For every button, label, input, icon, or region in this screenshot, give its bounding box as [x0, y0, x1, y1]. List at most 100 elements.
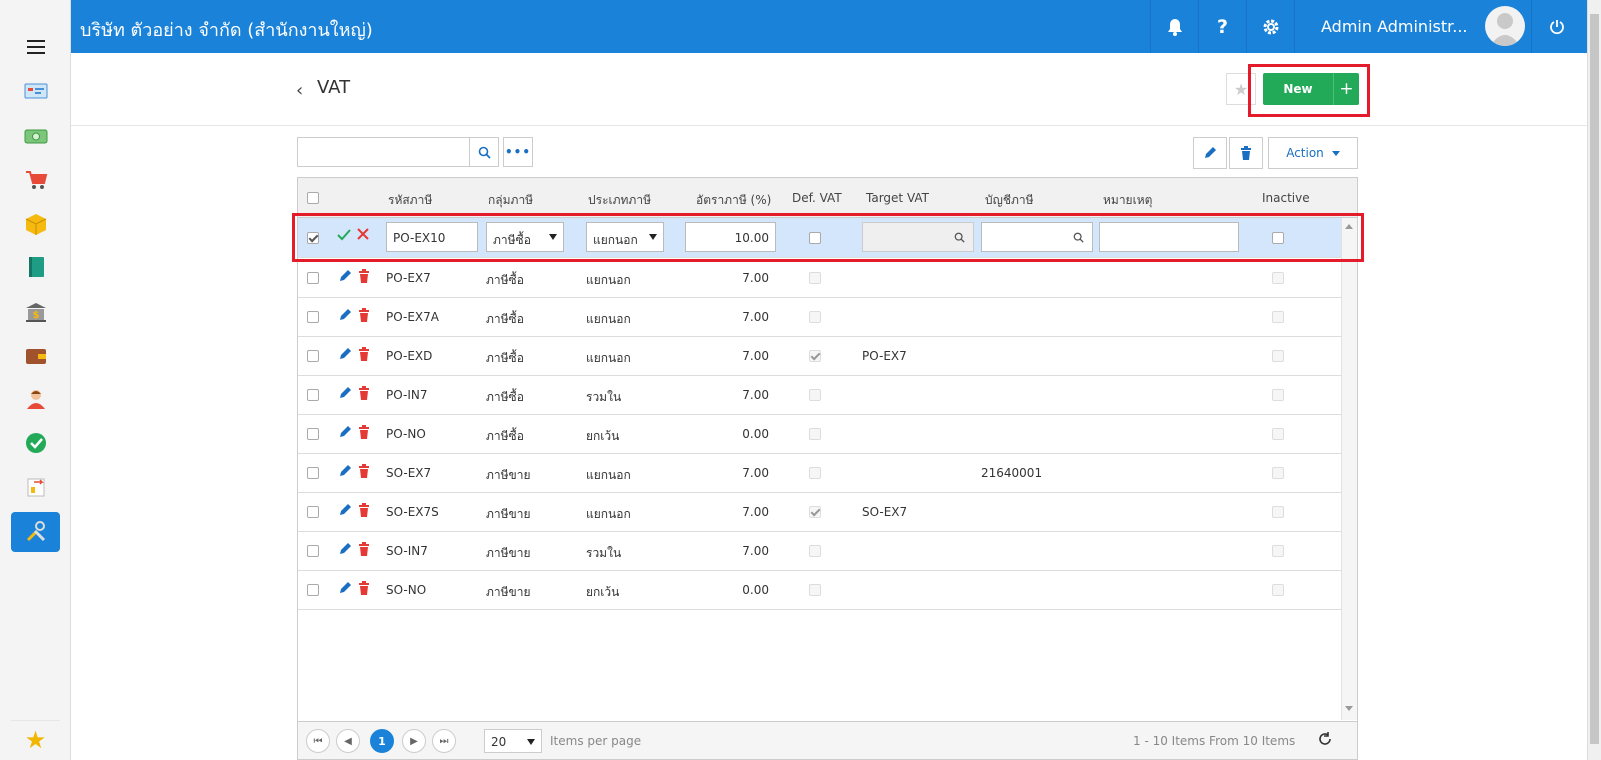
table-row[interactable]: PO-EX7 ภาษีซื้อ แยกนอก 7.00	[298, 258, 1341, 298]
def-vat-checkbox	[809, 545, 821, 557]
sidebar-item-sales[interactable]	[11, 160, 60, 200]
row-checkbox[interactable]	[307, 545, 319, 557]
help-icon: ?	[1216, 15, 1229, 38]
sidebar-item-settings[interactable]	[11, 512, 60, 552]
header-account[interactable]: บัญชีภาษี	[985, 191, 1034, 210]
header-inactive[interactable]: Inactive	[1262, 191, 1310, 205]
pencil-icon[interactable]	[338, 425, 352, 439]
table-row[interactable]: SO-NO ภาษีขาย ยกเว้น 0.00	[298, 570, 1341, 610]
inactive-checkbox	[1272, 272, 1284, 284]
avatar[interactable]	[1485, 6, 1525, 46]
first-page-button[interactable]: ⏮	[306, 729, 330, 753]
row-checkbox[interactable]	[307, 311, 319, 323]
trash-icon[interactable]	[358, 425, 370, 439]
action-dropdown[interactable]: Action	[1268, 137, 1358, 169]
cell-rate: 7.00	[742, 505, 769, 519]
page-scrollbar[interactable]	[1587, 0, 1601, 760]
header-def-vat[interactable]: Def. VAT	[792, 191, 842, 205]
row-checkbox[interactable]	[307, 584, 319, 596]
cell-type: แยกนอก	[586, 507, 631, 521]
table-row[interactable]: SO-EX7 ภาษีขาย แยกนอก 7.00 21640001	[298, 453, 1341, 493]
back-icon[interactable]: ‹	[296, 80, 303, 101]
settings-button[interactable]	[1246, 0, 1294, 53]
cart-icon	[25, 171, 47, 189]
header-group[interactable]: กลุ่มภาษี	[488, 191, 533, 210]
trash-icon[interactable]	[358, 269, 370, 283]
table-row[interactable]: PO-EX7A ภาษีซื้อ แยกนอก 7.00	[298, 297, 1341, 337]
page-title: VAT	[317, 77, 351, 98]
sidebar-item-transfer[interactable]	[11, 467, 60, 507]
pencil-icon[interactable]	[338, 269, 352, 283]
edit-button[interactable]	[1193, 137, 1227, 169]
delete-button[interactable]	[1229, 137, 1263, 169]
trash-icon[interactable]	[358, 581, 370, 595]
pencil-icon[interactable]	[338, 581, 352, 595]
table-row[interactable]: PO-NO ภาษีซื้อ ยกเว้น 0.00	[298, 414, 1341, 454]
row-checkbox[interactable]	[307, 272, 319, 284]
search-button[interactable]	[469, 137, 499, 167]
tools-icon	[26, 521, 45, 542]
help-button[interactable]: ?	[1198, 0, 1246, 53]
cell-group: ภาษีซื้อ	[486, 312, 524, 326]
header-remark[interactable]: หมายเหตุ	[1103, 191, 1152, 210]
pencil-icon[interactable]	[338, 503, 352, 517]
sidebar-item-wallet[interactable]	[11, 336, 60, 376]
logout-button[interactable]	[1531, 0, 1581, 53]
header-type[interactable]: ประเภทภาษี	[588, 191, 651, 210]
notification-button[interactable]	[1150, 0, 1198, 53]
trash-icon[interactable]	[358, 386, 370, 400]
sidebar-item-accounting[interactable]	[11, 247, 60, 287]
user-name[interactable]: Admin Administr...	[1321, 17, 1468, 36]
last-page-button[interactable]: ⏭	[432, 729, 456, 753]
trash-icon[interactable]	[358, 542, 370, 556]
def-vat-checkbox	[809, 584, 821, 596]
row-checkbox[interactable]	[307, 389, 319, 401]
cell-target-vat: PO-EX7	[862, 349, 907, 363]
trash-icon[interactable]	[358, 503, 370, 517]
company-name[interactable]: บริษัท ตัวอย่าง จำกัด (สำนักงานใหญ่)	[80, 15, 373, 44]
trash-icon[interactable]	[358, 308, 370, 322]
header-code[interactable]: รหัสภาษี	[388, 191, 432, 210]
menu-icon[interactable]	[27, 40, 45, 54]
header-target-vat[interactable]: Target VAT	[866, 191, 929, 205]
scroll-down-icon[interactable]	[1345, 706, 1353, 711]
trash-icon[interactable]	[358, 464, 370, 478]
page-1-button[interactable]: 1	[370, 729, 394, 753]
row-checkbox[interactable]	[307, 467, 319, 479]
sidebar-item-approval[interactable]	[11, 423, 60, 463]
pencil-icon[interactable]	[338, 542, 352, 556]
inactive-checkbox	[1272, 350, 1284, 362]
cell-rate: 7.00	[742, 388, 769, 402]
refresh-button[interactable]	[1318, 732, 1332, 749]
cell-type: แยกนอก	[586, 468, 631, 482]
sidebar-item-dashboard[interactable]	[11, 71, 60, 111]
sidebar-item-hr[interactable]	[11, 379, 60, 419]
pencil-icon[interactable]	[338, 347, 352, 361]
prev-page-button[interactable]: ◀	[336, 729, 360, 753]
next-page-button[interactable]: ▶	[402, 729, 426, 753]
pencil-icon[interactable]	[338, 464, 352, 478]
table-row[interactable]: SO-IN7 ภาษีขาย รวมใน 7.00	[298, 531, 1341, 571]
row-checkbox[interactable]	[307, 506, 319, 518]
pencil-icon[interactable]	[338, 386, 352, 400]
trash-icon[interactable]	[358, 347, 370, 361]
favorites-star-icon[interactable]: ★	[11, 720, 60, 758]
inactive-checkbox	[1272, 311, 1284, 323]
sidebar-item-finance[interactable]	[11, 116, 60, 156]
page-size-value: 20	[491, 735, 507, 749]
table-row[interactable]: PO-EXD ภาษีซื้อ แยกนอก 7.00 PO-EX7	[298, 336, 1341, 376]
row-checkbox[interactable]	[307, 350, 319, 362]
grid-scrollbar[interactable]	[1341, 218, 1357, 720]
more-options-button[interactable]: •••	[503, 137, 533, 167]
money-icon	[24, 129, 47, 144]
table-row[interactable]: PO-IN7 ภาษีซื้อ รวมใน 7.00	[298, 375, 1341, 415]
page-size-select[interactable]: 20	[484, 729, 542, 753]
sidebar-item-banking[interactable]: $	[11, 292, 60, 332]
sidebar-item-inventory[interactable]	[11, 204, 60, 244]
row-checkbox[interactable]	[307, 428, 319, 440]
select-all-checkbox[interactable]	[307, 192, 319, 204]
search-input[interactable]	[297, 137, 470, 167]
header-rate[interactable]: อัตราภาษี (%)	[696, 191, 771, 210]
pencil-icon[interactable]	[338, 308, 352, 322]
table-row[interactable]: SO-EX7S ภาษีขาย แยกนอก 7.00 SO-EX7	[298, 492, 1341, 532]
